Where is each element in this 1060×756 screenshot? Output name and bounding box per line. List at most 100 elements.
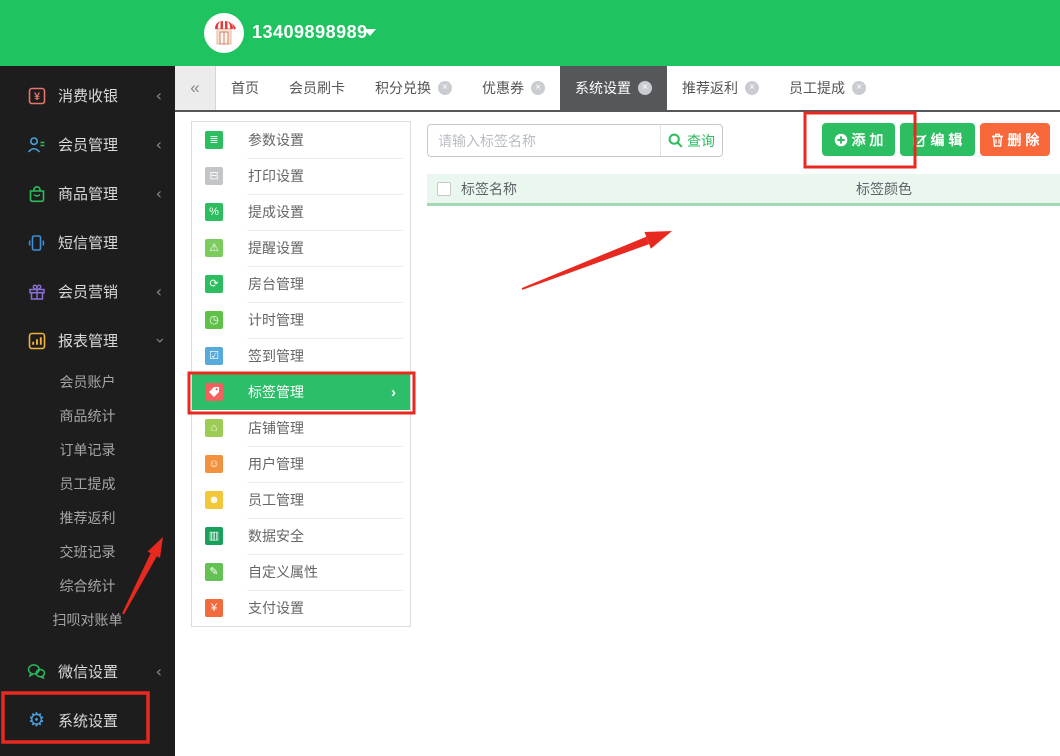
select-all-checkbox[interactable] [437,181,451,196]
settings-item-room-table[interactable]: ⟳ 房台管理 [192,266,410,302]
edit-button[interactable]: 编 辑 [900,123,975,156]
tab-system-settings[interactable]: 系统设置 × [560,66,667,110]
settings-item-label: 提醒设置 [248,240,304,256]
add-button-label: 添 加 [851,131,884,148]
sidebar-subitem-referral-rebate[interactable]: 推荐返利 [0,501,175,535]
subitem-label: 会员账户 [59,374,116,390]
tab-coupons[interactable]: 优惠券 × [467,66,560,110]
subitem-label: 交班记录 [59,544,116,560]
svg-text:¥: ¥ [33,91,40,103]
settings-item-label: 支付设置 [248,600,304,616]
tabs-collapse-button[interactable]: « [175,66,216,110]
query-button[interactable]: 查询 [660,125,722,156]
user-icon: ☺ [205,455,223,473]
settings-item-data-security[interactable]: ▥ 数据安全 [192,518,410,554]
close-icon[interactable]: × [638,81,652,95]
sidebar-subitem-saobei-statement[interactable]: 扫呗对账单 [0,603,175,637]
marketing-gift-icon [27,282,46,301]
settings-item-label: 签到管理 [248,348,304,364]
settings-item-parameters[interactable]: ≣ 参数设置 [192,122,410,158]
sidebar-subitem-goods-stats[interactable]: 商品统计 [0,399,175,433]
settings-item-reminder[interactable]: ⚠ 提醒设置 [192,230,410,266]
tab-label: 推荐返利 [682,80,738,96]
settings-item-shop[interactable]: ⌂ 店铺管理 [192,410,410,446]
subitem-label: 员工提成 [59,476,116,492]
sidebar-item-members[interactable]: 会员管理 ‹ [0,120,175,169]
plus-circle-icon [834,133,847,146]
sidebar-subitem-overall-stats[interactable]: 综合统计 [0,569,175,603]
add-button[interactable]: 添 加 [822,123,895,156]
chevron-down-icon: ‹ [149,337,169,344]
sidebar-item-label: 系统设置 [58,713,119,730]
tab-home[interactable]: 首页 [216,66,274,110]
query-button-label: 查询 [687,132,715,149]
timer-icon: ◷ [205,311,223,329]
tag-table-header: 标签名称 标签颜色 [427,174,1060,206]
subitem-label: 扫呗对账单 [52,612,123,628]
settings-item-label: 自定义属性 [248,564,318,580]
sidebar-item-marketing[interactable]: 会员营销 ‹ [0,267,175,316]
account-dropdown-caret-icon[interactable] [364,29,376,36]
column-header-tag-color: 标签颜色 [856,180,912,197]
close-icon[interactable]: × [745,81,759,95]
subitem-label: 订单记录 [59,442,116,458]
shop-icon: ⌂ [205,419,223,437]
gear-icon: ⚙ [27,710,46,731]
goods-icon [27,184,46,203]
settings-item-label: 打印设置 [248,168,304,184]
close-icon[interactable]: × [438,81,452,95]
sliders-icon: ≣ [205,131,223,149]
tab-member-swipe[interactable]: 会员刷卡 [274,66,360,110]
annotation-arrow-main [521,231,672,290]
settings-item-label: 员工管理 [248,492,304,508]
settings-item-staff[interactable]: ☻ 员工管理 [192,482,410,518]
tag-name-search-input[interactable] [428,125,660,156]
settings-item-label: 计时管理 [248,312,304,328]
subitem-label: 商品统计 [59,408,116,424]
sidebar-item-label: 短信管理 [58,235,119,252]
chevron-left-icon: ‹ [155,662,162,681]
settings-item-payment[interactable]: ¥ 支付设置 [192,590,410,626]
sidebar-item-sms[interactable]: 短信管理 [0,218,175,267]
sidebar-item-system-settings[interactable]: ⚙ 系统设置 [0,696,175,745]
sidebar-subitem-staff-commission[interactable]: 员工提成 [0,467,175,501]
sidebar-subitem-order-records[interactable]: 订单记录 [0,433,175,467]
settings-item-custom-attributes[interactable]: ✎ 自定义属性 [192,554,410,590]
sidebar-item-wechat-settings[interactable]: 微信设置 ‹ [0,647,175,696]
sidebar-item-reports[interactable]: 报表管理 ‹ [0,316,175,365]
subitem-label: 推荐返利 [59,510,116,526]
sidebar-item-cashier[interactable]: ¥ 消费收银 ‹ [0,71,175,120]
tab-staff-commission[interactable]: 员工提成 × [774,66,881,110]
account-phone-number[interactable]: 13409898989 [252,22,368,43]
settings-item-timer[interactable]: ◷ 计时管理 [192,302,410,338]
delete-button-label: 删 除 [1007,131,1040,148]
sidebar-item-goods[interactable]: 商品管理 ‹ [0,169,175,218]
close-icon[interactable]: × [531,81,545,95]
settings-item-label: 参数设置 [248,132,304,148]
sms-icon [27,233,46,252]
chevron-right-icon: › [391,383,396,401]
sidebar-subitem-shift-records[interactable]: 交班记录 [0,535,175,569]
sidebar-subitem-member-accounts[interactable]: 会员账户 [0,365,175,399]
tab-label: 员工提成 [789,80,845,96]
tab-label: 系统设置 [575,80,631,96]
avatar[interactable] [204,13,244,53]
delete-button[interactable]: 删 除 [980,123,1050,156]
settings-menu-panel: ≣ 参数设置 ⊟ 打印设置 % 提成设置 ⚠ 提醒设置 ⟳ 房台管理 ◷ 计时管… [191,121,411,627]
custom-attr-pencil-icon: ✎ [205,563,223,581]
settings-item-commission[interactable]: % 提成设置 [192,194,410,230]
tab-label: 首页 [231,80,259,96]
member-icon [27,135,46,154]
settings-item-print[interactable]: ⊟ 打印设置 [192,158,410,194]
tab-points-exchange[interactable]: 积分兑换 × [360,66,467,110]
tab-label: 会员刷卡 [289,80,345,96]
settings-item-tags[interactable]: 标签管理 › [192,374,410,410]
reports-submenu: 会员账户 商品统计 订单记录 员工提成 推荐返利 交班记录 综合统计 扫呗对账单 [0,365,175,637]
settings-item-users[interactable]: ☺ 用户管理 [192,446,410,482]
tab-referral-rebate[interactable]: 推荐返利 × [667,66,774,110]
close-icon[interactable]: × [852,81,866,95]
settings-item-checkin[interactable]: ☑ 签到管理 [192,338,410,374]
sidebar-item-label: 会员营销 [58,284,119,301]
tab-label: 优惠券 [482,80,524,96]
chevron-left-icon: ‹ [155,135,162,154]
